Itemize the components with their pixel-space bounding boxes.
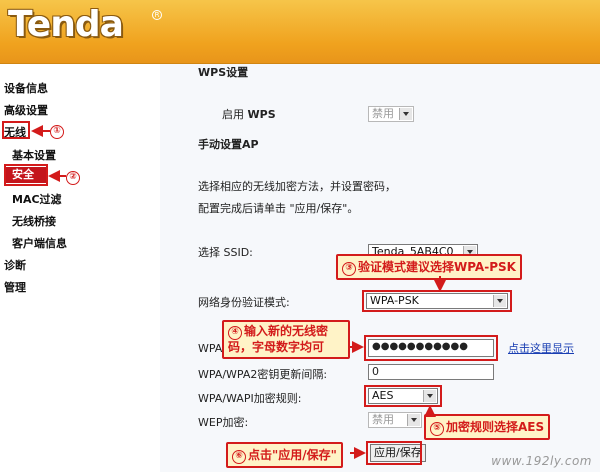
wep-label: WEP加密:	[198, 416, 249, 429]
sidebar-item-client-info[interactable]: 客户端信息	[12, 235, 67, 251]
wps-enable-select[interactable]: 禁用	[368, 106, 414, 122]
auth-mode-highlight	[362, 290, 512, 312]
sidebar-item-diagnostics[interactable]: 诊断	[4, 257, 26, 273]
cipher-label: WPA/WAPI加密规则:	[198, 392, 302, 405]
rekey-input[interactable]: 0	[368, 364, 494, 380]
psk-highlight	[364, 335, 498, 361]
auth-mode-label: 网络身份验证模式:	[198, 296, 290, 309]
step-1-marker: ①	[50, 123, 66, 139]
callout-step-4: ④ 输入新的无线密 码，字母数字均可	[222, 320, 350, 359]
desc-line-2: 配置完成后请单击 "应用/保存"。	[198, 202, 359, 215]
sidebar-item-device-info[interactable]: 设备信息	[4, 80, 48, 96]
wep-select[interactable]: 禁用	[368, 412, 422, 428]
header-banner: Tenda R	[0, 0, 600, 64]
sidebar-item-mac-filter[interactable]: MAC过滤	[12, 191, 62, 207]
manual-ap-title: 手动设置AP	[198, 138, 259, 151]
desc-line-1: 选择相应的无线加密方法，并设置密码，	[198, 180, 396, 193]
callout-step-6: ⑥ 点击"应用/保存"	[226, 442, 343, 468]
wps-enable-label: 启用 WPS	[222, 108, 276, 121]
security-highlight-box	[4, 164, 48, 186]
save-highlight	[366, 441, 422, 465]
sidebar-item-wireless-bridge[interactable]: 无线桥接	[12, 213, 56, 229]
cipher-highlight	[364, 385, 442, 407]
registered-mark: R	[152, 10, 162, 20]
ssid-label: 选择 SSID:	[198, 246, 253, 259]
sidebar-item-basic-settings[interactable]: 基本设置	[12, 147, 56, 163]
rekey-label: WPA/WPA2密钥更新间隔:	[198, 368, 328, 381]
callout-step-5: ⑤ 加密规则选择AES	[424, 414, 551, 440]
wps-section-title: WPS设置	[198, 66, 249, 79]
chevron-down-icon	[399, 108, 412, 120]
show-password-link[interactable]: 点击这里显示	[508, 340, 574, 356]
sidebar-item-management[interactable]: 管理	[4, 279, 26, 295]
chevron-down-icon	[407, 414, 420, 426]
tenda-logo: Tenda	[8, 4, 124, 45]
sidebar-item-advanced[interactable]: 高级设置	[4, 102, 48, 118]
step-2-marker: ②	[66, 169, 82, 185]
watermark: www.192ly.com	[491, 454, 592, 468]
callout-step-3: ③ 验证模式建议选择WPA-PSK	[336, 254, 522, 280]
wireless-highlight-box	[2, 121, 30, 139]
